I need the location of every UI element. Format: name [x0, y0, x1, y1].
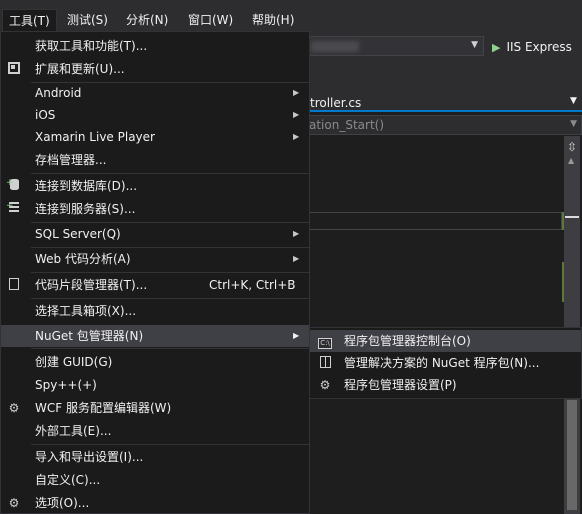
blurred-config-value [311, 41, 359, 52]
solution-config-combo[interactable]: ▼ [300, 36, 484, 56]
menu-bar: 工具(T) 测试(S) 分析(N) 窗口(W) 帮助(H) [0, 0, 582, 34]
extensions-icon [6, 62, 22, 76]
split-view-icon[interactable]: ⇳ [567, 140, 577, 154]
menu-item-label: iOS [35, 108, 56, 122]
submenu-item-label: 管理解决方案的 NuGet 程序包(N)... [344, 356, 540, 370]
menu-item-options[interactable]: ⚙ 选项(O)... [1, 492, 309, 514]
menu-item-label: Web 代码分析(A) [35, 252, 131, 266]
menu-item-xamarin-live-player[interactable]: Xamarin Live Player ▶ [1, 126, 309, 148]
menu-item-label: SQL Server(Q) [35, 227, 121, 241]
menu-item-extensions[interactable]: 扩展和更新(U)... [1, 58, 309, 80]
menu-separator [31, 298, 309, 299]
submenu-item-manage-nuget-packages[interactable]: 管理解决方案的 NuGet 程序包(N)... [310, 352, 581, 374]
chevron-down-icon[interactable]: ▼ [570, 119, 577, 129]
menu-item-label: 外部工具(E)... [35, 424, 112, 438]
current-line-highlight [300, 212, 562, 230]
menu-item-archive-manager[interactable]: 存档管理器... [1, 149, 309, 171]
submenu-item-package-manager-settings[interactable]: ⚙ 程序包管理器设置(P) [310, 374, 581, 396]
menu-item-web-code-analysis[interactable]: Web 代码分析(A) ▶ [1, 248, 309, 270]
tools-menu: 获取工具和功能(T)... 扩展和更新(U)... Android ▶ iOS … [0, 31, 310, 514]
menu-item-nuget-package-manager[interactable]: NuGet 包管理器(N) ▶ [1, 325, 309, 347]
menu-item-label: Spy++(+) [35, 378, 97, 392]
menu-item-label: 选项(O)... [35, 496, 90, 510]
submenu-arrow-icon: ▶ [293, 132, 300, 141]
menu-item-label: 连接到服务器(S)... [35, 202, 136, 216]
menu-separator [31, 444, 309, 445]
menu-analyze[interactable]: 分析(N) [120, 9, 174, 31]
menu-item-label: 连接到数据库(D)... [35, 179, 138, 193]
scroll-caret-marker [565, 216, 579, 218]
menu-item-wcf-editor[interactable]: ⚙ WCF 服务配置编辑器(W) [1, 397, 309, 419]
run-iis-express-button[interactable]: ▶ IIS Express [492, 38, 572, 56]
menu-item-label: 扩展和更新(U)... [35, 62, 125, 76]
menu-item-customize[interactable]: 自定义(C)... [1, 469, 309, 491]
menu-item-connect-database[interactable]: + 连接到数据库(D)... [1, 175, 309, 197]
menu-item-label: NuGet 包管理器(N) [35, 329, 144, 343]
menu-item-label: 存档管理器... [35, 153, 107, 167]
wcf-config-icon: ⚙ [8, 401, 20, 415]
menu-item-import-export-settings[interactable]: 导入和导出设置(I)... [1, 446, 309, 468]
menu-item-label: Xamarin Live Player [35, 130, 155, 144]
play-icon: ▶ [492, 41, 501, 54]
submenu-arrow-icon: ▶ [293, 331, 300, 340]
document-tab[interactable]: troller.cs [310, 94, 361, 112]
menu-item-label: WCF 服务配置编辑器(W) [35, 401, 172, 415]
menu-item-label: Android [35, 86, 82, 100]
nuget-submenu: C:\ 程序包管理器控制台(O) 管理解决方案的 NuGet 程序包(N)...… [309, 327, 582, 399]
menu-separator [31, 272, 309, 273]
menu-item-label: 导入和导出设置(I)... [35, 450, 144, 464]
menu-separator [31, 173, 309, 174]
gear-icon: ⚙ [319, 378, 331, 392]
menu-item-external-tools[interactable]: 外部工具(E)... [1, 420, 309, 442]
scroll-up-icon[interactable]: ▲ [568, 156, 574, 165]
submenu-arrow-icon: ▶ [293, 229, 300, 238]
menu-item-label: 代码片段管理器(T)... [35, 278, 148, 292]
gear-icon: ⚙ [8, 496, 20, 510]
menu-item-code-snippets[interactable]: 代码片段管理器(T)... Ctrl+K, Ctrl+B [1, 274, 309, 296]
scrollbar-thumb[interactable] [567, 400, 577, 510]
submenu-item-label: 程序包管理器控制台(O) [344, 334, 471, 348]
tab-dropdown-icon[interactable]: ▼ [570, 96, 577, 106]
menu-tools[interactable]: 工具(T) [2, 9, 57, 31]
database-icon: + [6, 178, 22, 193]
member-nav-value: ation_Start() [309, 118, 385, 132]
menu-item-label: 选择工具箱项(X)... [35, 304, 137, 318]
menu-item-get-tools[interactable]: 获取工具和功能(T)... [1, 35, 309, 57]
menu-item-choose-toolbox[interactable]: 选择工具箱项(X)... [1, 300, 309, 322]
menu-item-ios[interactable]: iOS ▶ [1, 104, 309, 126]
submenu-arrow-icon: ▶ [293, 88, 300, 97]
submenu-arrow-icon: ▶ [293, 110, 300, 119]
server-icon: + [6, 201, 22, 216]
menu-window[interactable]: 窗口(W) [182, 9, 239, 31]
menu-separator [31, 348, 309, 349]
menu-item-android[interactable]: Android ▶ [1, 82, 309, 104]
menu-item-sql-server[interactable]: SQL Server(Q) ▶ [1, 223, 309, 245]
submenu-item-package-manager-console[interactable]: C:\ 程序包管理器控制台(O) [310, 330, 581, 352]
menu-item-label: 自定义(C)... [35, 473, 101, 487]
menu-help[interactable]: 帮助(H) [246, 9, 300, 31]
console-icon: C:\ [317, 334, 333, 349]
menu-item-label: 创建 GUID(G) [35, 355, 113, 369]
submenu-item-label: 程序包管理器设置(P) [344, 378, 457, 392]
chevron-down-icon[interactable]: ▼ [471, 40, 478, 50]
member-navigation-bar[interactable]: ation_Start() ▼ [300, 115, 582, 135]
menu-item-create-guid[interactable]: 创建 GUID(G) [1, 351, 309, 373]
submenu-arrow-icon: ▶ [293, 254, 300, 263]
menu-test[interactable]: 测试(S) [61, 9, 114, 31]
snippet-icon [6, 278, 22, 292]
package-icon [317, 356, 333, 370]
menu-item-shortcut: Ctrl+K, Ctrl+B [209, 278, 296, 292]
run-button-label: IIS Express [506, 40, 572, 54]
menu-item-label: 获取工具和功能(T)... [35, 39, 148, 53]
menu-item-connect-server[interactable]: + 连接到服务器(S)... [1, 198, 309, 220]
menu-item-spy[interactable]: Spy++(+) [1, 374, 309, 396]
